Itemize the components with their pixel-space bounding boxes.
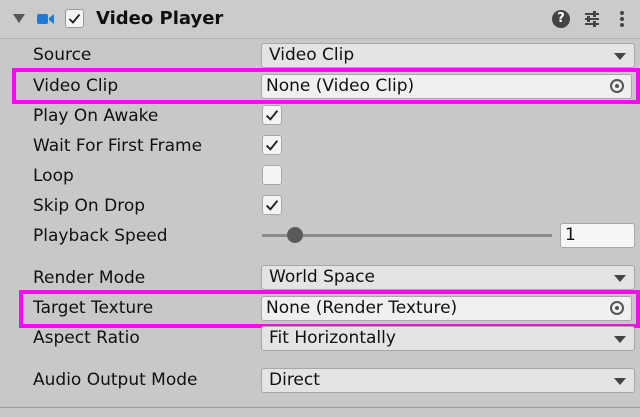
checkmark-icon bbox=[265, 140, 279, 151]
audio-output-mode-dropdown[interactable]: Direct bbox=[261, 368, 635, 393]
play-on-awake-label: Play On Awake bbox=[33, 106, 159, 126]
render-mode-label: Render Mode bbox=[33, 268, 146, 288]
target-texture-value: None (Render Texture) bbox=[266, 298, 458, 318]
audio-output-mode-value: Direct bbox=[269, 370, 320, 390]
component-enabled-checkbox[interactable] bbox=[65, 9, 84, 28]
video-clip-value: None (Video Clip) bbox=[266, 76, 415, 96]
checkmark-icon bbox=[265, 110, 279, 121]
more-menu-icon[interactable] bbox=[612, 9, 632, 29]
foldout-arrow-icon[interactable] bbox=[13, 14, 25, 23]
skip-on-drop-checkbox[interactable] bbox=[262, 195, 282, 215]
playback-speed-slider-thumb[interactable] bbox=[287, 227, 303, 243]
checkmark-icon bbox=[68, 13, 81, 24]
section-divider bbox=[0, 407, 640, 408]
target-texture-field[interactable]: None (Render Texture) bbox=[261, 296, 632, 321]
wait-first-frame-checkbox[interactable] bbox=[262, 135, 282, 155]
playback-speed-slider-track[interactable] bbox=[262, 234, 552, 237]
video-camera-icon bbox=[36, 11, 56, 27]
video-clip-label: Video Clip bbox=[33, 76, 119, 96]
object-picker-icon[interactable] bbox=[610, 301, 624, 315]
video-clip-field[interactable]: None (Video Clip) bbox=[261, 74, 632, 99]
playback-speed-input[interactable]: 1 bbox=[560, 223, 635, 248]
target-texture-label: Target Texture bbox=[33, 298, 154, 318]
aspect-ratio-dropdown[interactable]: Fit Horizontally bbox=[261, 326, 635, 351]
component-header: Video Player ? bbox=[0, 0, 640, 39]
source-value: Video Clip bbox=[269, 45, 355, 65]
loop-checkbox[interactable] bbox=[262, 165, 282, 185]
play-on-awake-checkbox[interactable] bbox=[262, 105, 282, 125]
render-mode-dropdown[interactable]: World Space bbox=[261, 265, 635, 290]
aspect-ratio-label: Aspect Ratio bbox=[33, 328, 140, 348]
checkmark-icon bbox=[265, 200, 279, 211]
playback-speed-label: Playback Speed bbox=[33, 226, 168, 246]
object-picker-icon[interactable] bbox=[610, 79, 624, 93]
wait-first-frame-label: Wait For First Frame bbox=[33, 136, 203, 156]
aspect-ratio-value: Fit Horizontally bbox=[269, 328, 396, 348]
presets-icon[interactable] bbox=[582, 9, 602, 29]
help-icon[interactable]: ? bbox=[552, 10, 570, 28]
skip-on-drop-label: Skip On Drop bbox=[33, 196, 146, 216]
source-dropdown[interactable]: Video Clip bbox=[261, 43, 635, 68]
audio-output-mode-label: Audio Output Mode bbox=[33, 370, 198, 390]
source-label: Source bbox=[33, 45, 92, 65]
render-mode-value: World Space bbox=[269, 267, 375, 287]
component-title: Video Player bbox=[96, 8, 224, 29]
loop-label: Loop bbox=[33, 166, 74, 186]
